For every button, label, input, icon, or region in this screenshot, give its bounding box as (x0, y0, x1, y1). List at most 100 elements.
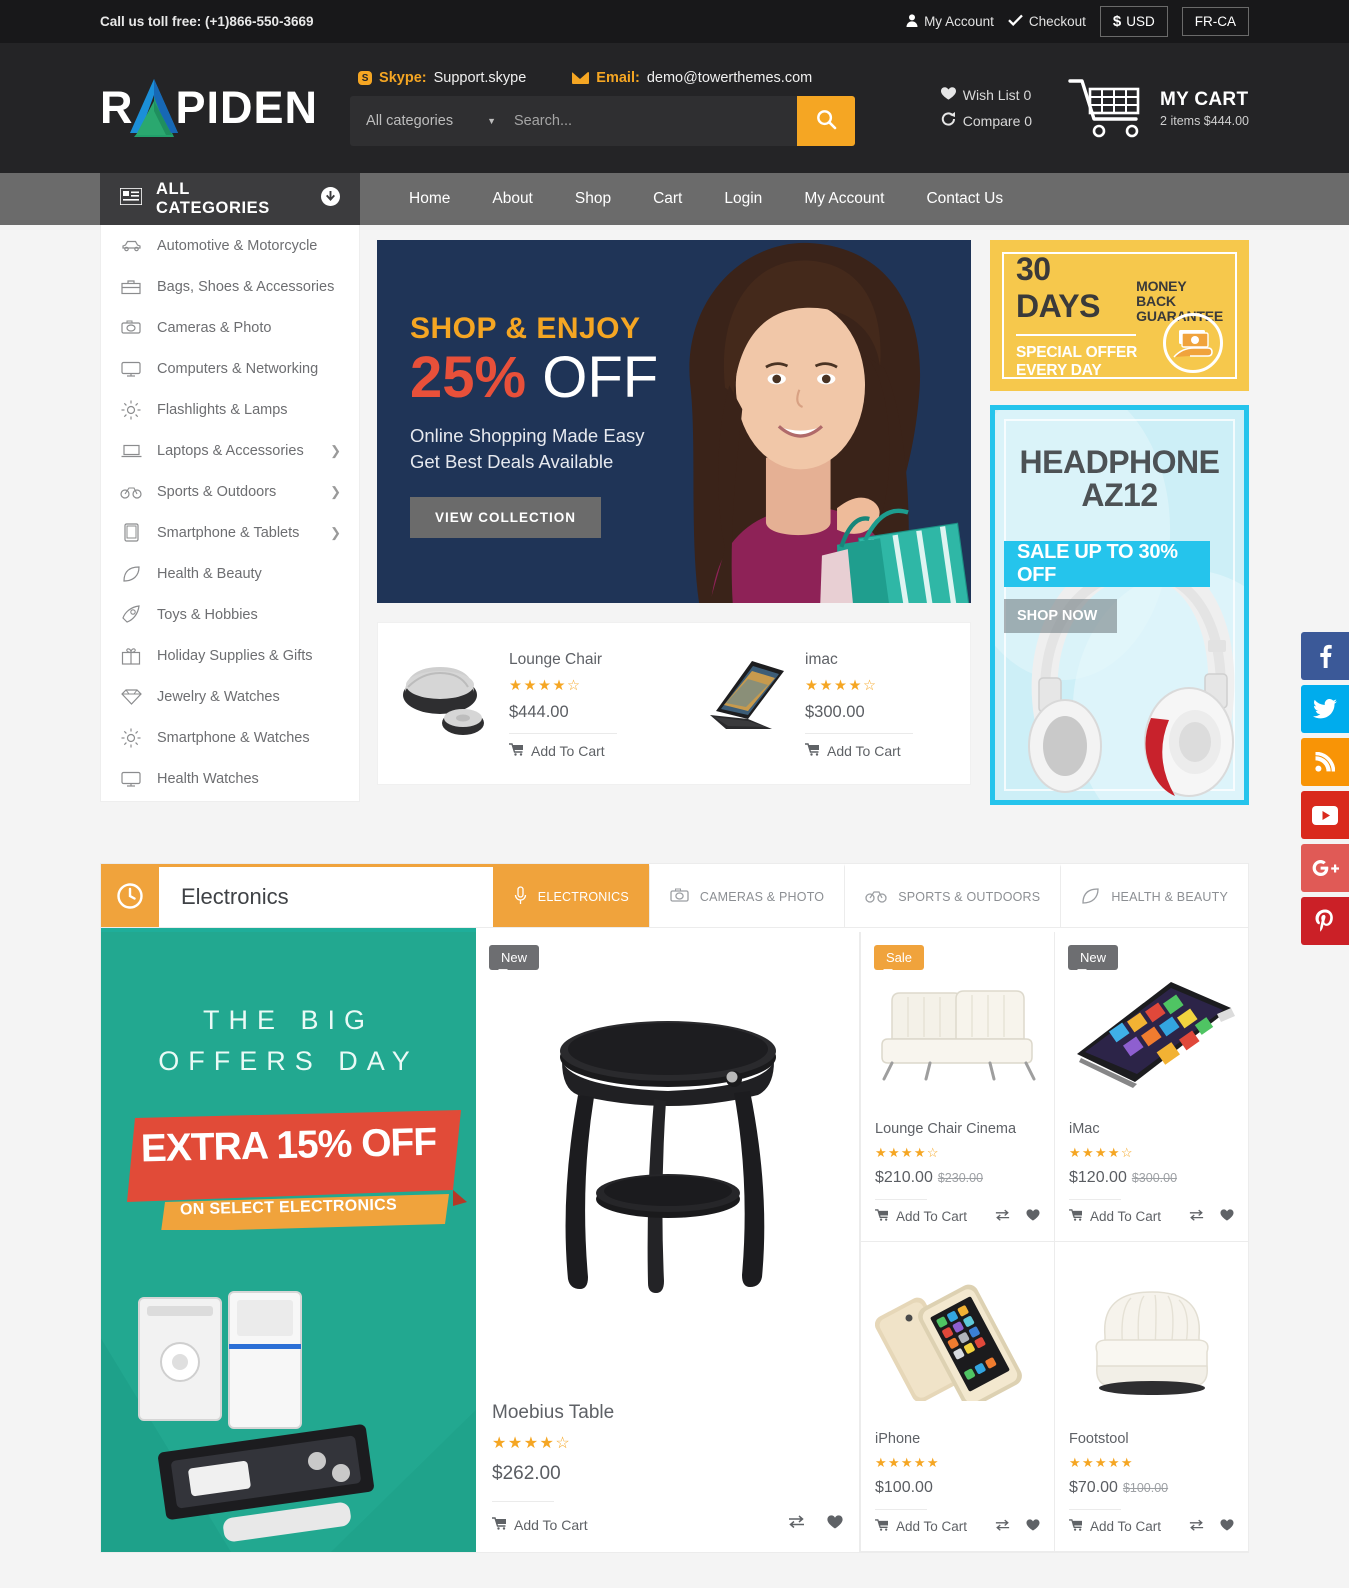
add-to-cart-button[interactable]: Add To Cart (1069, 1519, 1161, 1534)
nav-link-shop[interactable]: Shop (554, 173, 632, 225)
hero-text: SHOP & ENJOY 25% OFF Online Shopping Mad… (410, 312, 658, 539)
nav-link-login[interactable]: Login (703, 173, 783, 225)
twitter-icon[interactable] (1301, 685, 1349, 733)
headphone-shop-now-button[interactable]: SHOP NOW (1004, 599, 1117, 633)
clock-icon (101, 864, 159, 927)
language-selector[interactable]: FR-CA (1181, 7, 1249, 36)
currency-selector[interactable]: $ USD (1099, 6, 1168, 37)
site-logo[interactable]: R PIDEN (100, 77, 318, 139)
sidebar-item-sports-outdoors[interactable]: Sports & Outdoors ❯ (101, 471, 359, 512)
email-value: demo@towerthemes.com (646, 70, 813, 86)
sidebar-item-smartphone-watches[interactable]: Smartphone & Watches (101, 717, 359, 758)
product-price: $210.00 $230.00 (875, 1169, 1040, 1187)
add-to-cart-button[interactable]: Add To Cart (492, 1517, 588, 1533)
product-card-lounge-chair-cinema[interactable]: Sale Lounge Chair Cinema ★★★★☆ $210.00 $… (860, 932, 1054, 1242)
skype-label: Skype: (379, 70, 427, 86)
tab-health-beauty[interactable]: HEALTH & BEAUTY (1060, 864, 1248, 927)
money-back-banner[interactable]: 30 DAYS MONEY BACK GUARANTEE SPECIAL OFF… (990, 240, 1249, 391)
envelope-icon (572, 72, 590, 84)
add-to-cart-label: Add To Cart (514, 1516, 588, 1533)
add-to-cart-button[interactable]: Add To Cart (875, 1209, 967, 1224)
search-input[interactable] (510, 96, 798, 146)
sidebar-item-smartphone-tablets[interactable]: Smartphone & Tablets ❯ (101, 512, 359, 553)
sidebar-item-bags-shoes-accessories[interactable]: Bags, Shoes & Accessories (101, 266, 359, 307)
headphone-banner[interactable]: HEADPHONE AZ12 SALE UP TO 30% OFF SHOP N… (990, 405, 1249, 805)
compare-icon[interactable] (995, 1209, 1010, 1224)
sidebar-item-automotive-motorcycle[interactable]: Automotive & Motorcycle (101, 225, 359, 266)
nav-link-contact-us[interactable]: Contact Us (905, 173, 1024, 225)
compare-link[interactable]: Compare 0 (941, 112, 1032, 129)
search-button[interactable] (797, 96, 856, 146)
add-to-cart-button[interactable]: Add To Cart (875, 1519, 967, 1534)
wishlist-icon[interactable] (1026, 1519, 1040, 1534)
nav-link-about[interactable]: About (471, 173, 554, 225)
google-plus-icon[interactable] (1301, 844, 1349, 892)
search-category-dropdown[interactable]: All categories ▼ (350, 96, 510, 146)
facebook-icon[interactable] (1301, 632, 1349, 680)
product-card-footstool[interactable]: Footstool ★★★★★ $70.00 $100.00 Add To Car… (1054, 1242, 1248, 1552)
wishlist-icon[interactable] (1026, 1209, 1040, 1224)
compare-icon[interactable] (995, 1519, 1010, 1534)
bicycle-icon (119, 485, 143, 499)
sidebar-item-flashlights-lamps[interactable]: Flashlights & Lamps (101, 389, 359, 430)
hero-banner[interactable]: SHOP & ENJOY 25% OFF Online Shopping Mad… (377, 240, 971, 603)
product-name: iPhone (875, 1431, 921, 1447)
imac-thumbnail (696, 645, 791, 740)
nav-link-my-account[interactable]: My Account (783, 173, 905, 225)
compare-label: Compare 0 (962, 112, 1033, 129)
checkout-link[interactable]: Checkout (1008, 14, 1086, 29)
wishlist-icon[interactable] (1220, 1209, 1234, 1224)
add-to-cart-button[interactable]: Add To Cart (1069, 1209, 1161, 1224)
rss-icon[interactable] (1301, 738, 1349, 786)
sidebar-item-holiday-supplies-gifts[interactable]: Holiday Supplies & Gifts (101, 635, 359, 676)
email-contact[interactable]: Email: demo@towerthemes.com (572, 70, 812, 86)
compare-icon[interactable] (1189, 1519, 1204, 1534)
sidebar-item-health-watches[interactable]: Health Watches (101, 758, 359, 799)
mini-product-imac[interactable]: imac ★★★★☆ $300.00 Add To Cart (674, 645, 970, 759)
pinterest-icon[interactable] (1301, 897, 1349, 945)
toll-free-label: Call us toll free: (100, 14, 202, 29)
wishlist-label: Wish List 0 (962, 87, 1032, 103)
list-icon (119, 187, 143, 210)
youtube-icon[interactable] (1301, 791, 1349, 839)
sidebar-item-label: Smartphone & Tablets (157, 524, 300, 541)
nav-link-cart[interactable]: Cart (632, 173, 703, 225)
product-card-iphone[interactable]: iPhone ★★★★★ $100.00 Add To Cart (860, 1242, 1054, 1552)
compare-icon[interactable] (788, 1515, 805, 1534)
skype-contact[interactable]: S Skype: Support.skype (358, 70, 526, 86)
bicycle-icon (865, 889, 887, 906)
wishlist-icon[interactable] (1220, 1519, 1234, 1534)
wishlist-compare: Wish List 0 Compare 0 (940, 87, 1032, 129)
sidebar-item-health-beauty[interactable]: Health & Beauty (101, 553, 359, 594)
tab-electronics[interactable]: ELECTRONICS (492, 864, 649, 927)
sidebar-item-label: Computers & Networking (157, 360, 319, 377)
sidebar-item-laptops-accessories[interactable]: Laptops & Accessories ❯ (101, 430, 359, 471)
featured-product-info: Moebius Table ★★★★☆ $262.00 Add To Cart (476, 1402, 859, 1552)
my-account-label: My Account (924, 14, 994, 29)
featured-product-name: Moebius Table (492, 1402, 615, 1423)
view-collection-button[interactable]: VIEW COLLECTION (410, 497, 601, 539)
wishlist-icon[interactable] (827, 1515, 843, 1534)
all-categories-button[interactable]: ALL CATEGORIES (100, 173, 360, 225)
sidebar-item-computers-networking[interactable]: Computers & Networking (101, 348, 359, 389)
contact-row: S Skype: Support.skype Email: demo@tower… (350, 70, 855, 86)
nav-link-home[interactable]: Home (388, 173, 471, 225)
my-account-link[interactable]: My Account (906, 13, 994, 30)
cart-widget[interactable]: MY CART 2 items $444.00 (1068, 77, 1249, 139)
current-price: $100.00 (875, 1479, 933, 1496)
big-offers-day-promo[interactable]: THE BIG OFFERS DAY EXTRA 15% OFF ON SELE… (101, 932, 476, 1552)
sidebar-item-cameras-photo[interactable]: Cameras & Photo (101, 307, 359, 348)
compare-icon[interactable] (1189, 1209, 1204, 1224)
tab-cameras-photo[interactable]: CAMERAS & PHOTO (648, 864, 844, 927)
featured-product-moebius-table[interactable]: New Moebius Table ★★★★☆ $262.00 Add To C… (476, 932, 860, 1552)
product-card-imac[interactable]: New iMac ★★★★☆ $120.00 $300.00 Add To Ca… (1054, 932, 1248, 1242)
tab-sports-outdoors[interactable]: SPORTS & OUTDOORS (844, 864, 1060, 927)
sidebar-item-toys-hobbies[interactable]: Toys & Hobbies (101, 594, 359, 635)
add-to-cart-button[interactable]: Add To Cart (509, 743, 617, 759)
wishlist-link[interactable]: Wish List 0 (940, 87, 1032, 103)
sidebar-item-jewelry-watches[interactable]: Jewelry & Watches (101, 676, 359, 717)
sidebar-item-label: Cameras & Photo (157, 319, 272, 336)
mini-product-lounge-chair[interactable]: Lounge Chair ★★★★☆ $444.00 Add To Cart (378, 645, 674, 759)
add-to-cart-button[interactable]: Add To Cart (805, 743, 913, 759)
checkout-label: Checkout (1028, 14, 1086, 29)
